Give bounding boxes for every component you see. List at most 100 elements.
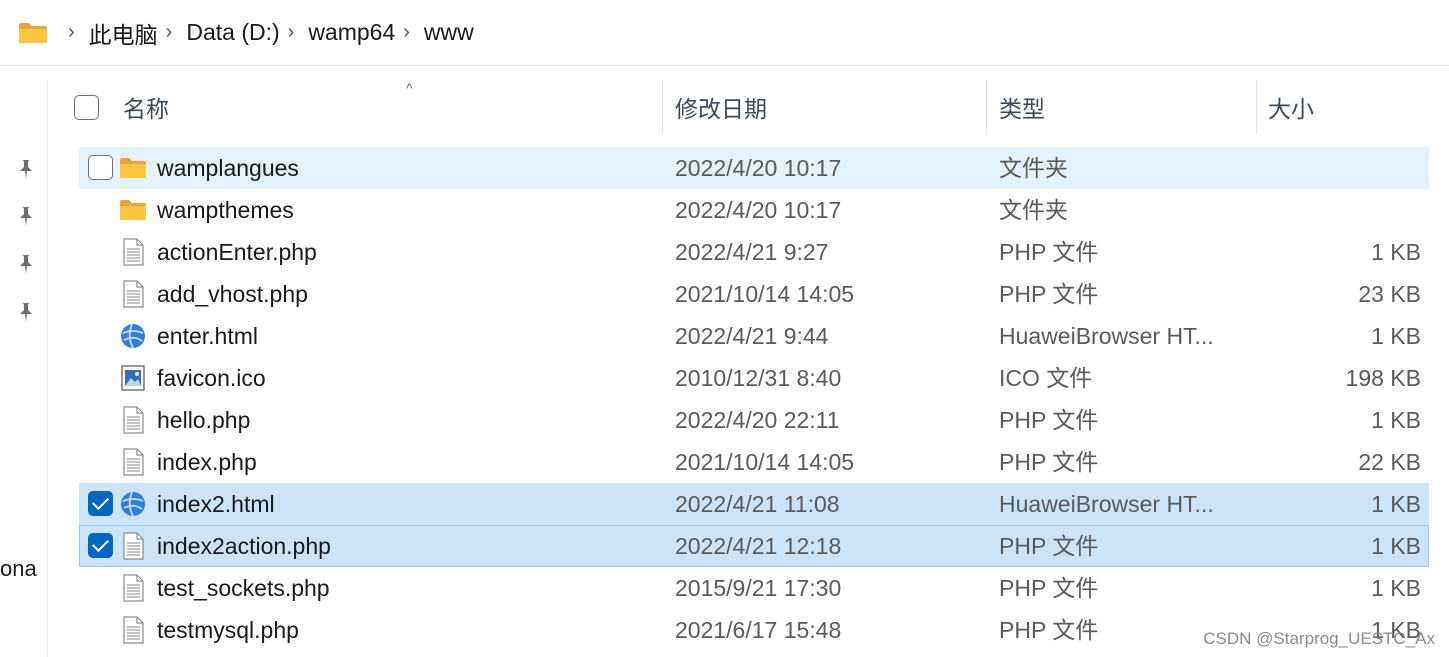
row-checkbox[interactable] (88, 491, 113, 516)
file-modified-date: 2022/4/21 9:27 (675, 239, 829, 265)
file-row[interactable]: index2.html 2022/4/21 11:08 HuaweiBrowser … (79, 483, 1429, 525)
file-size: 22 KB (1358, 449, 1421, 475)
file-name: enter.html (157, 323, 258, 349)
document-icon (119, 616, 147, 644)
column-header-size-label: 大小 (1268, 96, 1314, 122)
file-size: 1 KB (1371, 323, 1421, 349)
column-header-type-label: 类型 (999, 96, 1045, 122)
file-row[interactable]: wamplangues 2022/4/20 10:17 文件夹 (79, 147, 1429, 189)
file-type: PHP 文件 (999, 281, 1099, 307)
file-type: 文件夹 (999, 155, 1068, 181)
file-modified-date: 2021/6/17 15:48 (675, 617, 842, 643)
file-type: PHP 文件 (999, 575, 1099, 601)
breadcrumb-item-data-drive[interactable]: Data (D:) (186, 19, 279, 46)
file-modified-date: 2022/4/20 10:17 (675, 155, 842, 181)
file-name: index2action.php (157, 533, 331, 559)
file-modified-date: 2021/10/14 14:05 (675, 449, 855, 475)
pin-icon[interactable] (14, 300, 38, 324)
file-row[interactable]: hello.php 2022/4/20 22:11 PHP 文件 1 KB (79, 399, 1429, 441)
file-name: index.php (157, 449, 257, 475)
file-size: 1 KB (1371, 239, 1421, 265)
file-type: PHP 文件 (999, 239, 1099, 265)
file-type: 文件夹 (999, 197, 1068, 223)
pin-icon[interactable] (14, 204, 38, 228)
file-row[interactable]: add_vhost.php 2021/10/14 14:05 PHP 文件 23 KB (79, 273, 1429, 315)
column-header: ^ 名称 修改日期 类型 大小 (48, 80, 1449, 134)
file-modified-date: 2015/9/21 17:30 (675, 575, 842, 601)
folder-icon (119, 196, 147, 224)
file-modified-date: 2022/4/20 22:11 (675, 407, 840, 433)
row-checkbox[interactable] (88, 155, 113, 180)
file-type: HuaweiBrowser HT... (999, 491, 1214, 517)
file-size: 1 KB (1371, 407, 1421, 433)
document-icon (119, 238, 147, 266)
column-resize-handle[interactable] (986, 80, 987, 134)
file-modified-date: 2022/4/21 9:44 (675, 323, 829, 349)
file-size: 1 KB (1371, 533, 1421, 559)
browser-icon (119, 490, 147, 518)
file-size: 1 KB (1371, 491, 1421, 517)
chevron-right-icon: › (287, 21, 295, 43)
file-size: 198 KB (1345, 365, 1421, 391)
select-all-checkbox[interactable] (74, 95, 99, 120)
column-header-date[interactable]: 修改日期 (675, 80, 985, 134)
column-header-size[interactable]: 大小 (1268, 80, 1438, 134)
file-modified-date: 2021/10/14 14:05 (675, 281, 855, 307)
document-icon (119, 280, 147, 308)
file-name: hello.php (157, 407, 251, 433)
file-row[interactable]: favicon.ico 2010/12/31 8:40 ICO 文件 198 KB (79, 357, 1429, 399)
file-modified-date: 2022/4/20 10:17 (675, 197, 842, 223)
file-name: test_sockets.php (157, 575, 330, 601)
file-name: wamplangues (157, 155, 299, 181)
file-name: favicon.ico (157, 365, 266, 391)
address-bar[interactable]: › 此电脑 › Data (D:) › wamp64 › www (0, 0, 1449, 66)
file-name: index2.html (157, 491, 275, 517)
file-size: 23 KB (1358, 281, 1421, 307)
file-list: wamplangues 2022/4/20 10:17 文件夹 wampthemes… (79, 147, 1429, 651)
file-type: PHP 文件 (999, 449, 1099, 475)
file-name: wampthemes (157, 197, 294, 223)
file-row[interactable]: actionEnter.php 2022/4/21 9:27 PHP 文件 1 KB (79, 231, 1429, 273)
document-icon (119, 448, 147, 476)
row-checkbox[interactable] (88, 533, 113, 558)
column-resize-handle[interactable] (662, 80, 663, 134)
column-resize-handle[interactable] (1256, 80, 1257, 134)
file-modified-date: 2022/4/21 11:08 (675, 491, 840, 517)
file-row[interactable]: index2action.php 2022/4/21 12:18 PHP 文件 1 K… (79, 525, 1429, 567)
document-icon (119, 574, 147, 602)
file-name: testmysql.php (157, 617, 299, 643)
column-header-name-label: 名称 (123, 96, 169, 122)
file-size: 1 KB (1371, 575, 1421, 601)
file-row[interactable]: wampthemes 2022/4/20 10:17 文件夹 (79, 189, 1429, 231)
file-type: ICO 文件 (999, 365, 1093, 391)
browser-icon (119, 322, 147, 350)
chevron-right-icon: › (165, 21, 173, 43)
watermark: CSDN @Starprog_UESTC_Ax (1203, 629, 1435, 648)
column-header-name[interactable]: 名称 (123, 80, 663, 134)
file-name: add_vhost.php (157, 281, 308, 307)
file-name: actionEnter.php (157, 239, 317, 265)
breadcrumb-item-this-pc[interactable]: 此电脑 (89, 16, 158, 50)
file-modified-date: 2022/4/21 12:18 (675, 533, 842, 559)
file-type: PHP 文件 (999, 533, 1099, 559)
column-header-date-label: 修改日期 (675, 96, 767, 122)
file-type: PHP 文件 (999, 407, 1099, 433)
file-row[interactable]: test_sockets.php 2015/9/21 17:30 PHP 文件 1 K… (79, 567, 1429, 609)
folder-icon (19, 22, 47, 43)
document-icon (119, 406, 147, 434)
column-header-type[interactable]: 类型 (999, 80, 1255, 134)
file-row[interactable]: enter.html 2022/4/21 9:44 HuaweiBrowser HT… (79, 315, 1429, 357)
pin-icon[interactable] (14, 252, 38, 276)
file-type: HuaweiBrowser HT... (999, 323, 1214, 349)
nav-item-label-fragment[interactable]: ona (0, 556, 37, 582)
file-row[interactable]: index.php 2021/10/14 14:05 PHP 文件 22 KB (79, 441, 1429, 483)
document-icon (119, 532, 147, 560)
folder-icon (119, 154, 147, 182)
image-icon (119, 364, 147, 392)
breadcrumb-item-www[interactable]: www (424, 19, 474, 46)
pin-icon[interactable] (14, 157, 38, 181)
breadcrumb-item-wamp64[interactable]: wamp64 (308, 19, 395, 46)
file-modified-date: 2010/12/31 8:40 (675, 365, 842, 391)
chevron-right-icon: › (403, 21, 410, 43)
chevron-right-icon: › (68, 21, 75, 43)
